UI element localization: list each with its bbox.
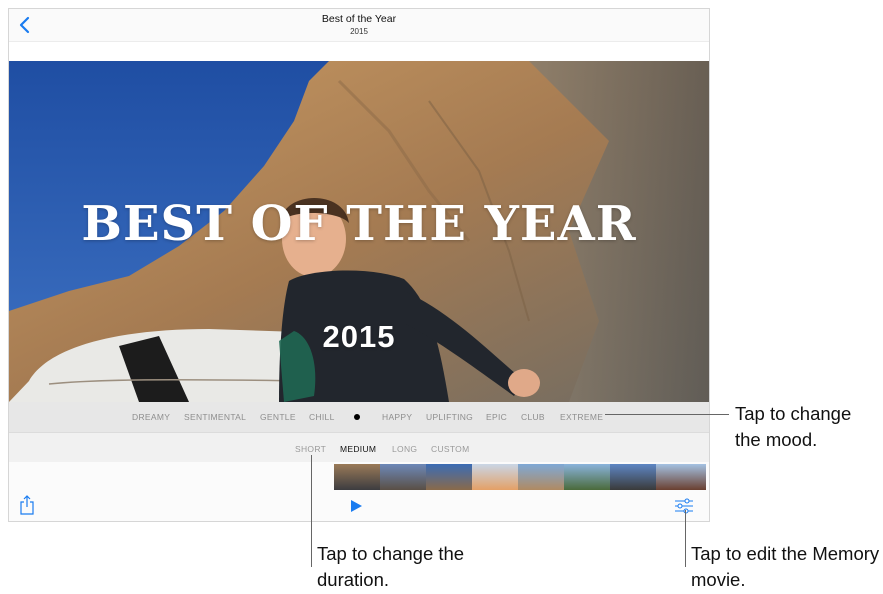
mood-option-dreamy[interactable]: DREAMY	[132, 412, 170, 422]
share-button[interactable]	[19, 495, 35, 515]
mood-selected-indicator[interactable]	[354, 414, 360, 420]
edit-callout-line	[685, 510, 686, 567]
memory-player-window: Best of the Year 2015 BEST OF THE YEAR 2…	[8, 8, 710, 522]
sliders-icon	[675, 498, 693, 514]
duration-option-medium[interactable]: MEDIUM	[340, 444, 376, 454]
duration-option-long[interactable]: LONG	[392, 444, 417, 454]
mood-option-chill[interactable]: CHILL	[309, 412, 335, 422]
mood-selector: DREAMY SENTIMENTAL GENTLE CHILL HAPPY UP…	[9, 402, 709, 432]
mood-option-epic[interactable]: EPIC	[486, 412, 507, 422]
filmstrip-thumbnail	[518, 464, 564, 490]
mood-option-gentle[interactable]: GENTLE	[260, 412, 296, 422]
duration-option-custom[interactable]: CUSTOM	[431, 444, 469, 454]
duration-callout-text: Tap to change the duration.	[317, 543, 465, 590]
filmstrip-thumbnail	[472, 464, 518, 490]
nav-subtitle: 2015	[350, 27, 368, 36]
filmstrip-thumbnail	[656, 464, 706, 490]
nav-spacer	[9, 41, 709, 62]
filmstrip-scrubber[interactable]	[334, 464, 706, 490]
play-icon	[351, 500, 362, 512]
filmstrip-thumbnail	[380, 464, 426, 490]
memory-title: BEST OF THE YEAR	[9, 200, 709, 248]
edit-callout-text: Tap to edit the Memory movie.	[691, 543, 880, 590]
duration-callout-line	[311, 455, 312, 567]
mood-callout-text: Tap to change the mood.	[735, 403, 852, 450]
memory-title-text: BEST OF THE YEAR	[81, 196, 637, 252]
edit-memory-button[interactable]	[673, 497, 695, 515]
filmstrip-thumbnail	[334, 464, 380, 490]
play-button[interactable]	[349, 499, 363, 513]
duration-selector: SHORT MEDIUM LONG CUSTOM	[9, 432, 709, 463]
playback-toolbar	[9, 462, 709, 521]
memory-cover-photo[interactable]: BEST OF THE YEAR 2015	[9, 61, 709, 402]
mood-option-sentimental[interactable]: SENTIMENTAL	[184, 412, 246, 422]
mood-option-uplifting[interactable]: UPLIFTING	[426, 412, 473, 422]
share-icon	[20, 495, 34, 515]
memory-year: 2015	[322, 319, 396, 354]
navigation-bar: Best of the Year 2015	[9, 9, 709, 41]
mood-option-extreme[interactable]: EXTREME	[560, 412, 603, 422]
mood-option-happy[interactable]: HAPPY	[382, 412, 412, 422]
nav-title: Best of the Year	[321, 13, 397, 25]
mood-option-club[interactable]: CLUB	[521, 412, 545, 422]
duration-option-short[interactable]: SHORT	[295, 444, 326, 454]
filmstrip-thumbnail	[426, 464, 472, 490]
filmstrip-thumbnail	[564, 464, 610, 490]
mood-callout-line	[605, 414, 729, 415]
filmstrip-thumbnail	[610, 464, 656, 490]
